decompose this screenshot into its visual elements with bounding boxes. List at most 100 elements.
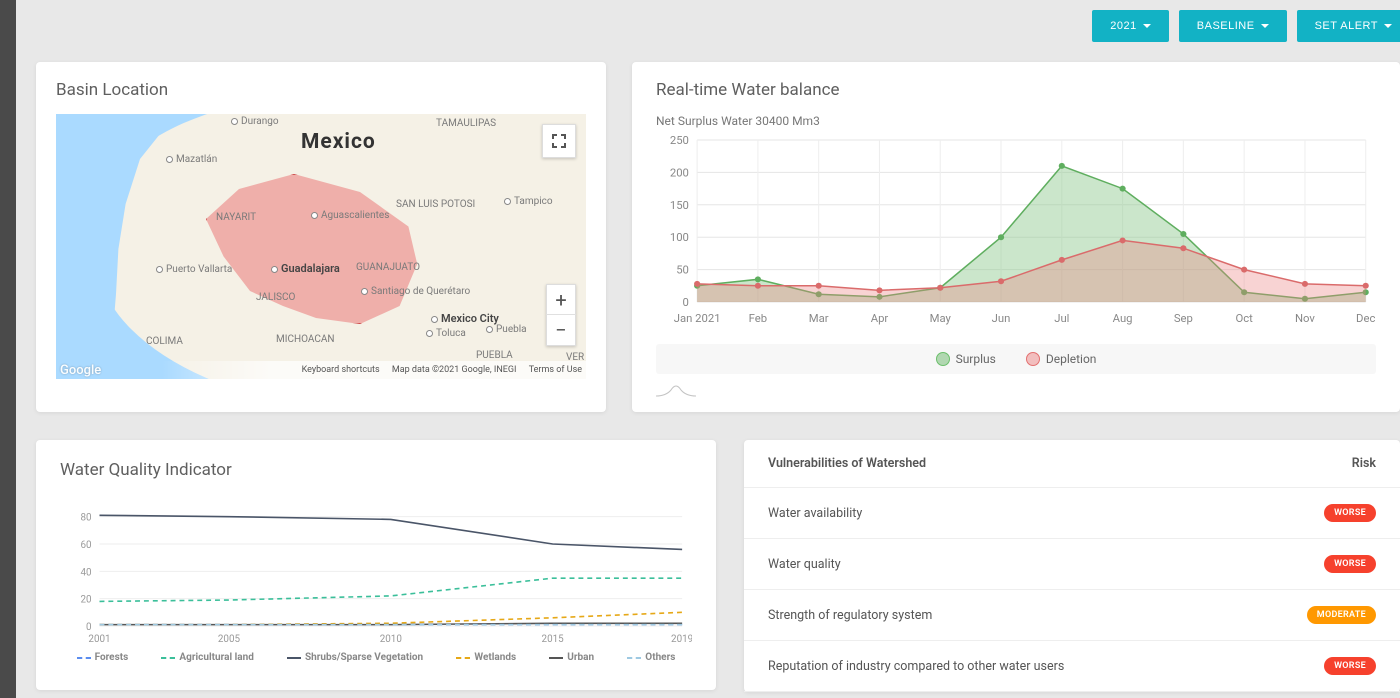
legend-item[interactable]: Agricultural land bbox=[161, 652, 253, 663]
legend-swatch-icon bbox=[1026, 352, 1040, 366]
baseline-dropdown[interactable]: BASELINE bbox=[1179, 10, 1287, 42]
legend-item[interactable]: Forests bbox=[77, 652, 129, 663]
row-label: Water availability bbox=[768, 506, 862, 521]
map-state-label: NAYARIT bbox=[216, 212, 256, 223]
table-row: Strength of regulatory system MODERATE bbox=[744, 590, 1400, 641]
legend-item-depletion[interactable]: Depletion bbox=[1026, 352, 1097, 366]
legend-item[interactable]: Shrubs/Sparse Vegetation bbox=[287, 652, 423, 663]
legend-item-surplus[interactable]: Surplus bbox=[936, 352, 996, 366]
legend-label: Others bbox=[645, 652, 675, 663]
left-rail bbox=[0, 0, 16, 698]
year-dropdown[interactable]: 2021 bbox=[1092, 10, 1168, 42]
card-title: Real-time Water balance bbox=[656, 80, 1376, 100]
map-state-label: COLIMA bbox=[146, 336, 183, 347]
map[interactable]: Mexico Durango TAMAULIPAS Mazatlán SAN L… bbox=[56, 114, 586, 379]
zoom-in-button[interactable]: + bbox=[546, 285, 576, 315]
svg-text:Mar: Mar bbox=[809, 312, 829, 325]
svg-text:0: 0 bbox=[683, 296, 689, 309]
map-state-label: JALISCO bbox=[256, 292, 295, 303]
water-quality-card: Water Quality Indicator 0204060802001200… bbox=[36, 440, 716, 690]
water-balance-card: Real-time Water balance Net Surplus Wate… bbox=[632, 62, 1400, 412]
risk-badge: WORSE bbox=[1324, 504, 1376, 522]
svg-text:Jan 2021: Jan 2021 bbox=[674, 312, 721, 325]
svg-text:Oct: Oct bbox=[1235, 312, 1253, 325]
svg-text:2001: 2001 bbox=[88, 634, 110, 645]
terms-link[interactable]: Terms of Use bbox=[529, 365, 582, 375]
map-state-label: PUEBLA bbox=[476, 350, 513, 361]
svg-text:2019: 2019 bbox=[671, 634, 692, 645]
svg-text:80: 80 bbox=[81, 513, 93, 524]
map-city-label: Guadalajara bbox=[271, 262, 285, 276]
baseline-label: BASELINE bbox=[1197, 20, 1255, 32]
fullscreen-button[interactable] bbox=[542, 124, 576, 158]
svg-text:60: 60 bbox=[81, 540, 93, 551]
water-quality-chart[interactable]: 0 20 40 60 80 2001 2005 2010 2015 2019 bbox=[60, 498, 692, 648]
map-data-label: Map data ©2021 Google, INEGI bbox=[392, 365, 517, 375]
svg-text:2005: 2005 bbox=[218, 634, 241, 645]
svg-text:Aug: Aug bbox=[1113, 312, 1133, 325]
svg-text:50: 50 bbox=[676, 264, 689, 277]
header-label: Vulnerabilities of Watershed bbox=[768, 456, 926, 471]
vulnerabilities-card: Vulnerabilities of Watershed Risk Water … bbox=[744, 440, 1400, 692]
table-row: Water availability WORSE bbox=[744, 488, 1400, 539]
legend-label: Depletion bbox=[1046, 352, 1097, 366]
legend-item[interactable]: Wetlands bbox=[456, 652, 516, 663]
chart-legend: Surplus Depletion bbox=[656, 344, 1376, 374]
legend-label: Shrubs/Sparse Vegetation bbox=[305, 652, 423, 663]
map-city-label: Mexico City bbox=[431, 312, 445, 326]
chart-subtitle: Net Surplus Water 30400 Mm3 bbox=[656, 114, 1376, 128]
row-label: Water quality bbox=[768, 557, 841, 572]
svg-text:Nov: Nov bbox=[1295, 312, 1316, 325]
legend-label: Urban bbox=[567, 652, 594, 663]
svg-text:Feb: Feb bbox=[749, 312, 767, 325]
risk-badge: WORSE bbox=[1324, 555, 1376, 573]
legend-item[interactable]: Urban bbox=[549, 652, 594, 663]
risk-badge: MODERATE bbox=[1307, 606, 1376, 624]
set-alert-dropdown[interactable]: SET ALERT bbox=[1297, 10, 1400, 42]
legend-swatch-icon bbox=[936, 352, 950, 366]
svg-text:40: 40 bbox=[81, 567, 93, 578]
chart-scrubber[interactable] bbox=[656, 380, 1376, 400]
map-attribution: Google Keyboard shortcuts Map data ©2021… bbox=[56, 361, 586, 379]
caret-down-icon bbox=[1384, 24, 1392, 28]
caret-down-icon bbox=[1143, 24, 1151, 28]
svg-text:200: 200 bbox=[670, 167, 689, 180]
table-row: Reputation of industry compared to other… bbox=[744, 641, 1400, 692]
legend-label: Forests bbox=[95, 652, 129, 663]
svg-text:0: 0 bbox=[86, 622, 92, 633]
svg-text:100: 100 bbox=[670, 231, 689, 244]
map-city-label: Mazatlán bbox=[166, 154, 180, 168]
svg-text:Apr: Apr bbox=[871, 312, 889, 325]
top-toolbar: 2021 BASELINE SET ALERT bbox=[1092, 10, 1400, 42]
legend-item[interactable]: Others bbox=[627, 652, 675, 663]
svg-text:20: 20 bbox=[81, 595, 93, 606]
map-city-label: Puerto Vallarta bbox=[156, 264, 170, 278]
table-row: Water quality WORSE bbox=[744, 539, 1400, 590]
map-state-label: MICHOACAN bbox=[276, 334, 335, 345]
alert-label: SET ALERT bbox=[1315, 20, 1378, 32]
svg-text:2010: 2010 bbox=[380, 634, 403, 645]
google-logo: Google bbox=[60, 363, 101, 378]
country-label: Mexico bbox=[301, 130, 376, 154]
zoom-out-button[interactable]: − bbox=[546, 315, 576, 345]
svg-text:2015: 2015 bbox=[542, 634, 565, 645]
map-state-label: GUANAJUATO bbox=[356, 262, 420, 273]
map-city-label: Aguascalientes bbox=[311, 210, 325, 224]
map-city-label: Toluca bbox=[426, 328, 440, 342]
svg-text:250: 250 bbox=[670, 134, 689, 147]
map-city-label: Puebla bbox=[486, 324, 500, 338]
water-balance-chart[interactable]: 050100150200250Jan 2021FebMarAprMayJunJu… bbox=[656, 130, 1376, 330]
svg-text:Jun: Jun bbox=[992, 312, 1011, 325]
basin-location-card: Basin Location Mexico Durango TAMAULIPAS… bbox=[36, 62, 606, 412]
header-label: Risk bbox=[1352, 456, 1376, 471]
fullscreen-icon bbox=[552, 134, 566, 148]
svg-text:Dec: Dec bbox=[1356, 312, 1375, 325]
card-title: Basin Location bbox=[56, 80, 586, 100]
row-label: Reputation of industry compared to other… bbox=[768, 659, 1064, 674]
map-state-label: SAN LUIS POTOSI bbox=[396, 199, 475, 210]
legend-label: Surplus bbox=[956, 352, 996, 366]
legend-label: Agricultural land bbox=[179, 652, 253, 663]
caret-down-icon bbox=[1261, 24, 1269, 28]
row-label: Strength of regulatory system bbox=[768, 608, 932, 623]
keyboard-shortcuts-link[interactable]: Keyboard shortcuts bbox=[302, 365, 380, 375]
